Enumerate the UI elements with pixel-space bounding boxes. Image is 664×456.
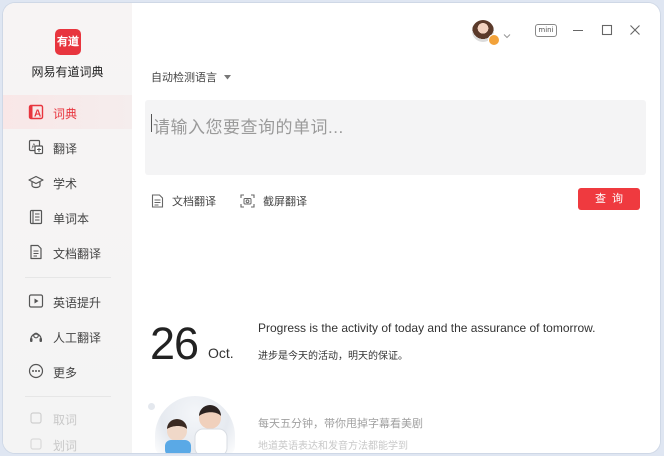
sidebar-item-label: 取词 <box>53 413 78 427</box>
checkbox-icon[interactable] <box>28 436 44 452</box>
document-icon <box>151 194 164 208</box>
sidebar-item-more[interactable]: 更多 <box>3 354 132 388</box>
sidebar-item-label: 英语提升 <box>53 296 102 310</box>
daily-quote-english[interactable]: Progress is the activity of today and th… <box>258 321 596 335</box>
sidebar: 有道 网易有道词典 A 词典 A 翻译 学术 单词本 文档翻译 英语提升 人工翻… <box>3 3 132 453</box>
search-placeholder: 请输入您要查询的单词... <box>153 118 344 137</box>
academic-cap-icon <box>28 174 44 190</box>
sidebar-item-translate[interactable]: A 翻译 <box>3 130 132 164</box>
svg-text:A: A <box>34 109 41 120</box>
mini-mode-button[interactable]: mini <box>535 24 557 37</box>
translate-icon: A <box>28 139 44 155</box>
dictionary-icon: A <box>28 104 44 120</box>
sidebar-item-english-boost[interactable]: 英语提升 <box>3 284 132 318</box>
daily-quote-chinese: 进步是今天的活动，明天的保证。 <box>258 351 408 362</box>
app-logo: 有道 <box>55 29 81 55</box>
language-select-label: 自动检测语言 <box>151 72 217 84</box>
text-caret <box>151 114 152 132</box>
language-select[interactable]: 自动检测语言 <box>151 69 231 85</box>
sidebar-item-label: 学术 <box>53 177 78 191</box>
sidebar-item-academic[interactable]: 学术 <box>3 165 132 199</box>
document-icon <box>28 244 44 260</box>
app-window: 有道 网易有道词典 A 词典 A 翻译 学术 单词本 文档翻译 英语提升 人工翻… <box>3 3 660 453</box>
maximize-icon[interactable] <box>600 23 614 37</box>
screenshot-translate-button[interactable]: 截屏翻译 <box>240 193 307 209</box>
video-play-icon <box>28 293 44 309</box>
main-panel: mini 自动检测语言 请输入您要查询的单词... 文档翻译 截屏翻译 查询 2… <box>132 3 660 453</box>
close-icon[interactable] <box>628 23 642 37</box>
doc-translate-button[interactable]: 文档翻译 <box>151 193 216 209</box>
sidebar-divider <box>25 396 111 397</box>
daily-date-day: 26 <box>150 318 199 369</box>
human-translation-icon <box>28 328 44 344</box>
checkbox-icon[interactable] <box>28 410 44 426</box>
sidebar-divider <box>25 277 111 278</box>
chevron-down-icon[interactable] <box>503 26 511 44</box>
wordbook-icon <box>28 209 44 225</box>
promo-thumbnail[interactable] <box>155 396 235 453</box>
minimize-icon[interactable] <box>571 23 585 37</box>
promo-decoration <box>148 403 155 410</box>
vip-badge-icon <box>488 34 500 46</box>
app-name: 网易有道词典 <box>31 65 104 79</box>
promo-subtitle: 地道英语表达和发音方法都能学到 <box>258 441 408 452</box>
sidebar-item-doc-translate[interactable]: 文档翻译 <box>3 235 132 269</box>
sidebar-item-label: 更多 <box>53 366 78 380</box>
more-icon <box>28 363 44 379</box>
sidebar-item-label: 翻译 <box>53 142 78 156</box>
sidebar-item-wordbook[interactable]: 单词本 <box>3 200 132 234</box>
screenshot-translate-label: 截屏翻译 <box>263 196 307 208</box>
search-input[interactable]: 请输入您要查询的单词... <box>145 100 646 175</box>
promo-title[interactable]: 每天五分钟，带你甩掉字幕看美剧 <box>258 415 423 431</box>
screenshot-icon <box>240 194 255 208</box>
query-button[interactable]: 查询 <box>578 188 640 210</box>
sidebar-toggle-word-select[interactable]: 划词 <box>3 427 132 453</box>
sidebar-item-label: 词典 <box>53 107 78 121</box>
sidebar-item-label: 单词本 <box>53 212 90 226</box>
sidebar-item-label: 文档翻译 <box>53 247 102 261</box>
caret-down-icon <box>224 74 231 79</box>
sidebar-item-dictionary[interactable]: A 词典 <box>3 95 132 129</box>
sidebar-item-label: 划词 <box>53 439 78 453</box>
sidebar-item-human-translation[interactable]: 人工翻译 <box>3 319 132 353</box>
sidebar-item-label: 人工翻译 <box>53 331 102 345</box>
daily-date-month: Oct. <box>208 345 234 361</box>
doc-translate-label: 文档翻译 <box>172 196 216 208</box>
